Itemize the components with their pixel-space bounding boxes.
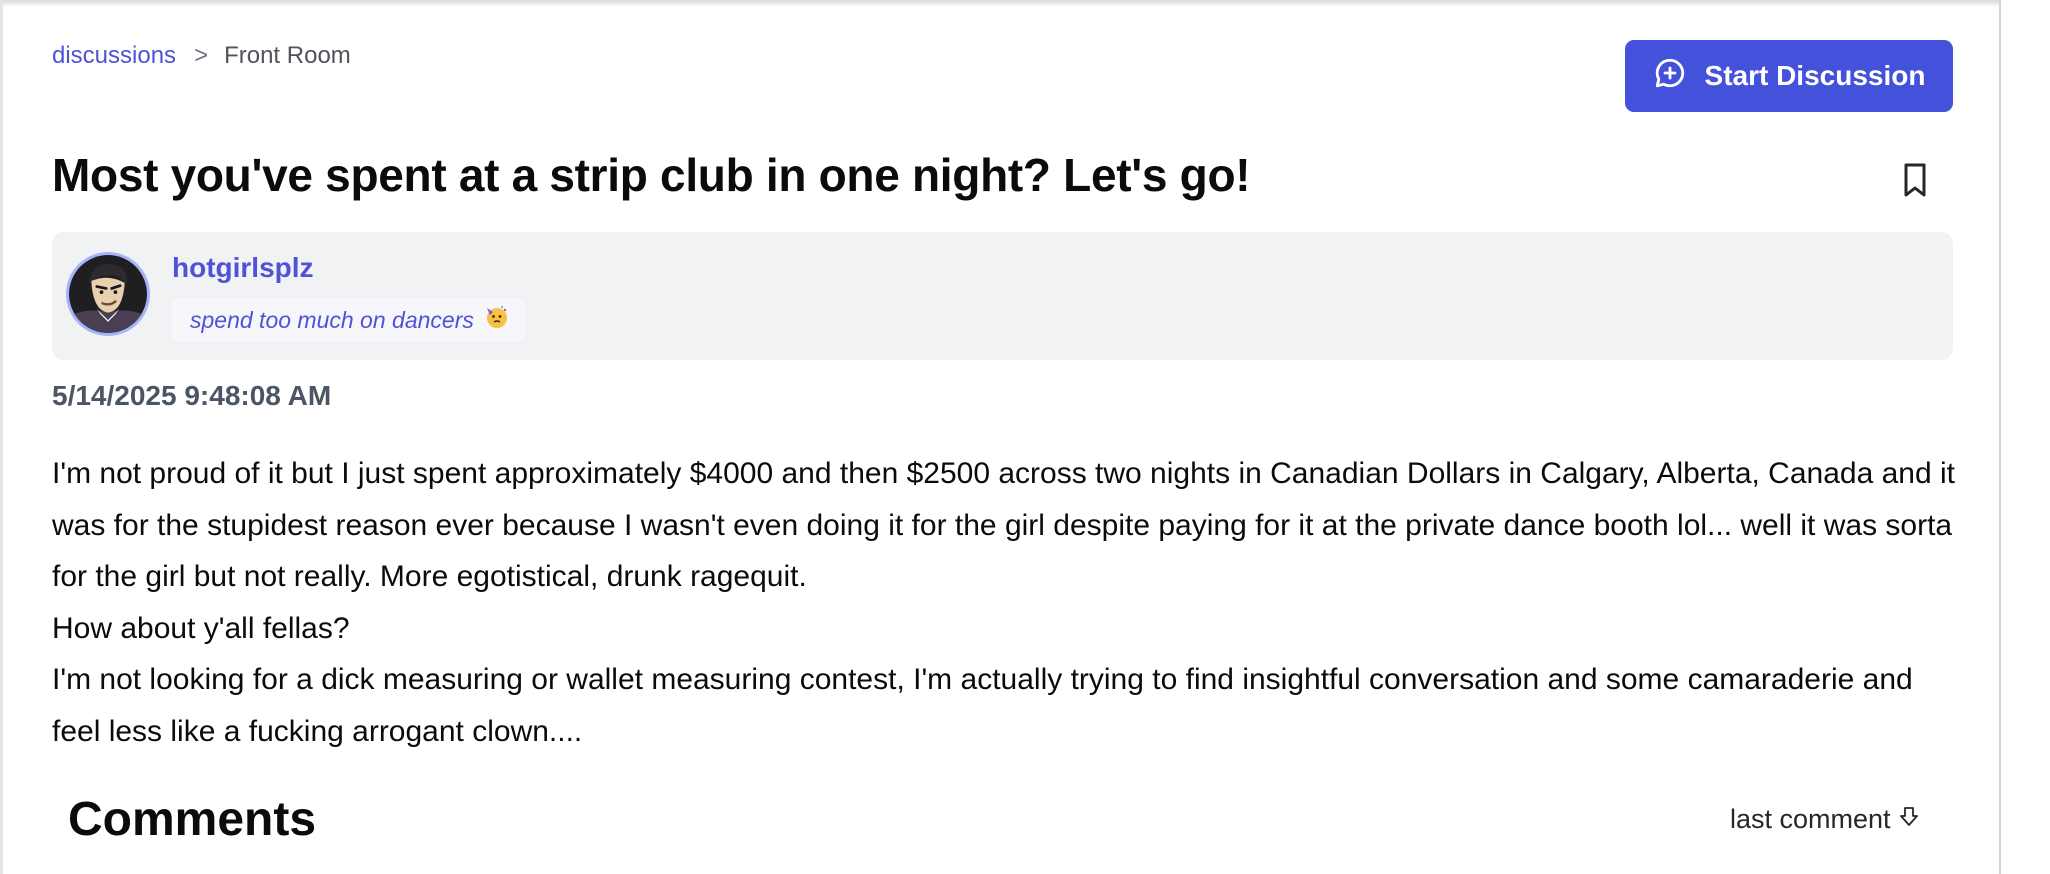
comment-sort-button[interactable]: last comment: [1730, 804, 1921, 835]
comment-sort-label: last comment: [1730, 804, 1891, 834]
author-flair-text: spend too much on dancers: [190, 306, 474, 333]
author-flair: spend too much on dancers: [172, 298, 526, 342]
post-paragraph: I'm not proud of it but I just spent app…: [52, 457, 1955, 593]
start-discussion-button[interactable]: Start Discussion: [1625, 40, 1953, 112]
breadcrumb-discussions-link[interactable]: discussions: [52, 42, 176, 70]
post-body: I'm not proud of it but I just spent app…: [52, 448, 1962, 757]
cartoon-man-avatar-icon: [69, 255, 147, 333]
breadcrumb-current: Front Room: [224, 42, 351, 69]
post-paragraph: How about y'all fellas?: [52, 611, 350, 645]
chat-plus-icon: [1653, 56, 1687, 97]
comments-heading: Comments: [68, 793, 317, 846]
breadcrumb-separator: >: [194, 42, 209, 69]
right-gutter: [2001, 0, 2050, 874]
top-shadow: [0, 0, 2050, 7]
arrow-down-icon: [1897, 804, 1921, 835]
partying-face-emoji-icon: [484, 304, 510, 336]
frame-left-border: [0, 0, 3, 874]
post-timestamp: 5/14/2025 9:48:08 AM: [52, 380, 332, 411]
avatar[interactable]: [66, 252, 150, 336]
bookmark-icon[interactable]: [1895, 160, 1935, 200]
post-title: Most you've spent at a strip club in one…: [52, 149, 1251, 201]
breadcrumb: discussions > Front Room: [52, 42, 351, 70]
start-discussion-label: Start Discussion: [1704, 60, 1926, 91]
author-username[interactable]: hotgirlsplz: [172, 252, 314, 284]
author-card: hotgirlsplz spend too much on dancers: [52, 232, 1953, 360]
post-paragraph: I'm not looking for a dick measuring or …: [52, 663, 1913, 748]
